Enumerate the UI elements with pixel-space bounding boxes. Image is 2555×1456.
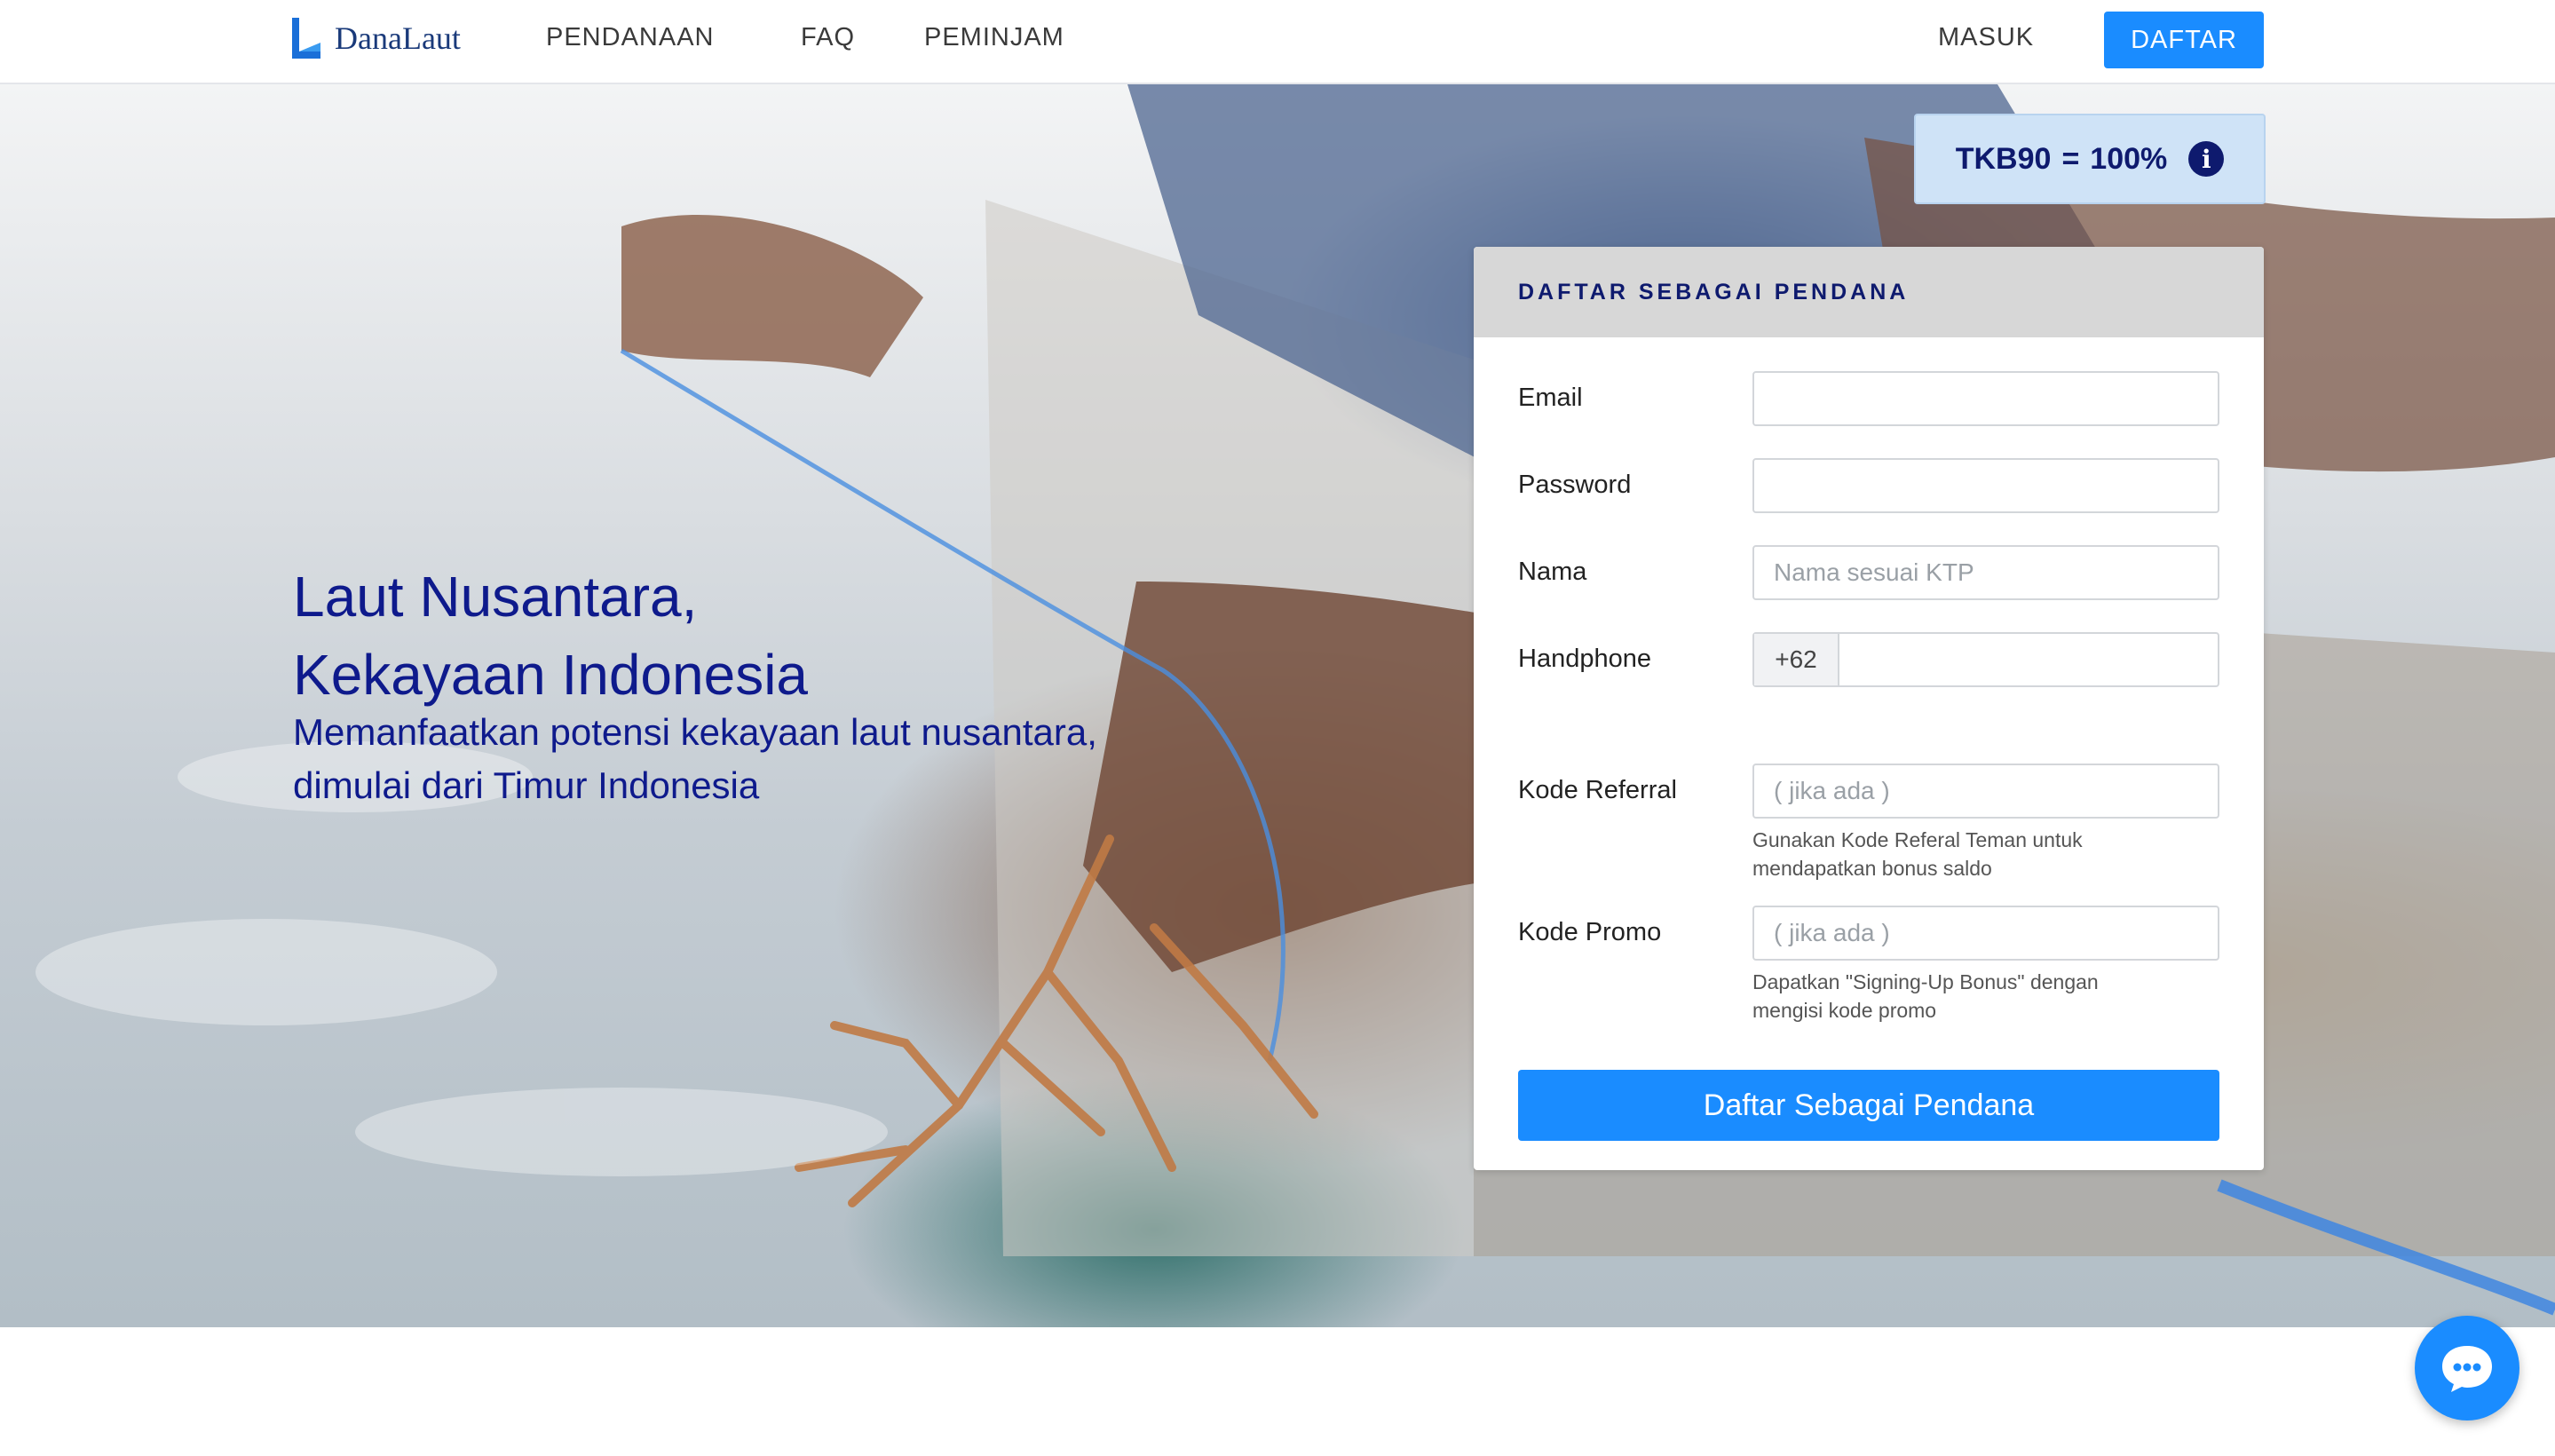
- logo[interactable]: DanaLaut: [289, 14, 461, 62]
- referral-row: Kode Referral ( jika ada ) Gunakan Kode …: [1518, 764, 2219, 897]
- hero-title-line-1: Laut Nusantara,: [293, 564, 698, 629]
- nav-link-faq[interactable]: FAQ: [801, 23, 855, 52]
- top-navbar: DanaLaut PENDANAAN FAQ PEMINJAM MASUK DA…: [0, 0, 2555, 84]
- phone-country-prefix: +62: [1754, 634, 1839, 685]
- hero-subtitle: Memanfaatkan potensi kekayaan laut nusan…: [293, 706, 1270, 812]
- hero-title-line-2: Kekayaan Indonesia: [293, 642, 808, 707]
- promo-code-field[interactable]: ( jika ada ): [1752, 906, 2219, 961]
- logo-text: DanaLaut: [335, 20, 461, 56]
- nav-link-pendanaan[interactable]: PENDANAAN: [546, 23, 715, 52]
- tkb-badge[interactable]: TKB90 = 100% i: [1914, 114, 2266, 204]
- email-row: Email: [1518, 371, 2219, 426]
- promo-label: Kode Promo: [1518, 918, 1662, 946]
- handphone-label: Handphone: [1518, 645, 1651, 673]
- hero-subtitle-line-1: Memanfaatkan potensi kekayaan laut nusan…: [293, 711, 1097, 753]
- promo-help-line-1: Dapatkan "Signing-Up Bonus" dengan: [1752, 970, 2099, 993]
- hero-subtitle-line-2: dimulai dari Timur Indonesia: [293, 764, 760, 806]
- chat-button[interactable]: [2415, 1316, 2519, 1420]
- hero-title: Laut Nusantara, Kekayaan Indonesia: [293, 558, 1358, 714]
- register-form-card: DAFTAR SEBAGAI PENDANA Email Password Na…: [1474, 247, 2264, 1170]
- referral-help-line-1: Gunakan Kode Referal Teman untuk: [1752, 828, 2083, 851]
- submit-register-button[interactable]: Daftar Sebagai Pendana: [1518, 1070, 2219, 1141]
- referral-code-field[interactable]: ( jika ada ): [1752, 764, 2219, 819]
- promo-help-text: Dapatkan "Signing-Up Bonus" dengan mengi…: [1752, 968, 2219, 1025]
- promo-help-line-2: mengisi kode promo: [1752, 999, 1937, 1022]
- form-heading: DAFTAR SEBAGAI PENDANA: [1474, 247, 2264, 337]
- tkb-value: 100%: [2090, 141, 2168, 176]
- tkb-label: TKB90: [1955, 141, 2052, 176]
- nav-link-peminjam[interactable]: PEMINJAM: [924, 23, 1064, 52]
- login-link[interactable]: MASUK: [1938, 23, 2034, 52]
- logo-mark-icon: [292, 18, 320, 59]
- password-label: Password: [1518, 471, 1632, 499]
- referral-label: Kode Referral: [1518, 776, 1677, 804]
- email-label: Email: [1518, 384, 1583, 412]
- chat-bubble-icon: [2442, 1346, 2492, 1392]
- info-icon[interactable]: i: [2188, 141, 2225, 177]
- referral-help-line-2: mendapatkan bonus saldo: [1752, 857, 1992, 880]
- password-field[interactable]: [1752, 458, 2219, 513]
- handphone-row: Handphone +62: [1518, 632, 2219, 687]
- password-row: Password: [1518, 458, 2219, 513]
- nama-field[interactable]: Nama sesuai KTP: [1752, 545, 2219, 600]
- email-field[interactable]: [1752, 371, 2219, 426]
- register-button[interactable]: DAFTAR: [2104, 12, 2264, 68]
- nama-row: Nama Nama sesuai KTP: [1518, 545, 2219, 600]
- nama-label: Nama: [1518, 558, 1587, 586]
- tkb-equals: =: [2061, 141, 2080, 176]
- handphone-field[interactable]: +62: [1752, 632, 2219, 687]
- referral-help-text: Gunakan Kode Referal Teman untuk mendapa…: [1752, 826, 2219, 882]
- promo-row: Kode Promo ( jika ada ) Dapatkan "Signin…: [1518, 906, 2219, 1039]
